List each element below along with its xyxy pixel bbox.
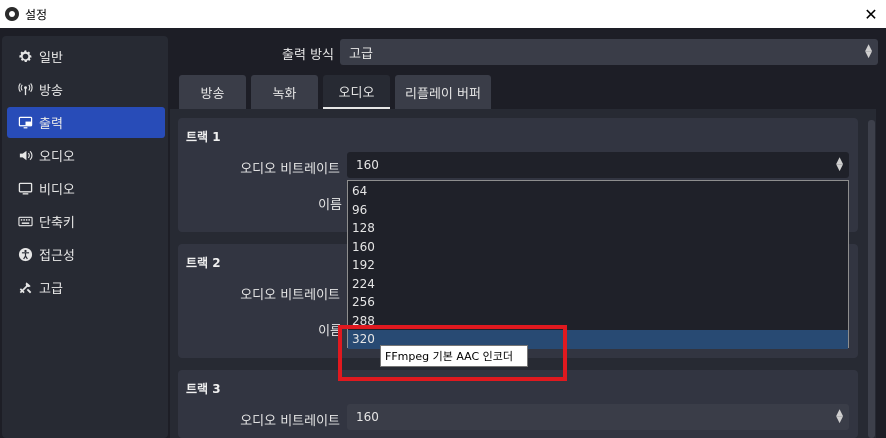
- close-button[interactable]: ✕: [856, 0, 886, 28]
- output-mode-label: 출력 방식: [282, 48, 334, 63]
- sidebar-item-label: 단축키: [39, 216, 75, 231]
- bitrate-option-192[interactable]: 192: [348, 256, 848, 275]
- bitrate-option-256[interactable]: 256: [348, 293, 848, 312]
- settings-sidebar: 일반 방송 출력 오디오 비디오 단축키 접근성 고급: [2, 36, 168, 438]
- bitrate-option-160[interactable]: 160: [348, 238, 848, 257]
- speaker-icon: [17, 148, 33, 164]
- tools-icon: [17, 280, 33, 296]
- tab-recording[interactable]: 녹화: [251, 75, 318, 109]
- obs-logo-icon: [5, 7, 19, 21]
- track-1-bitrate-select[interactable]: 160 ▲ ▼: [347, 152, 849, 178]
- sidebar-item-accessibility[interactable]: 접근성: [7, 239, 165, 270]
- sidebar-item-video[interactable]: 비디오: [7, 173, 165, 204]
- sidebar-item-label: 고급: [39, 282, 63, 297]
- bitrate-option-96[interactable]: 96: [348, 201, 848, 220]
- sidebar-item-output[interactable]: 출력: [7, 107, 165, 138]
- accessibility-icon: [17, 247, 33, 263]
- sidebar-item-label: 출력: [39, 117, 63, 132]
- sidebar-item-audio[interactable]: 오디오: [7, 140, 165, 171]
- bitrate-option-224[interactable]: 224: [348, 275, 848, 294]
- tab-replay-buffer[interactable]: 리플레이 버퍼: [395, 75, 491, 109]
- track-2-bitrate-label: 오디오 비트레이트: [240, 288, 340, 303]
- sidebar-item-label: 일반: [39, 51, 63, 66]
- track-1-bitrate-label: 오디오 비트레이트: [240, 162, 340, 177]
- track-1-bitrate-value: 160: [356, 158, 379, 172]
- updown-arrows-icon: ▲ ▼: [836, 408, 843, 425]
- track-3-bitrate-value: 160: [356, 410, 379, 424]
- updown-arrows-icon: ▲ ▼: [865, 43, 872, 60]
- monitor-icon: [17, 181, 33, 197]
- tab-audio[interactable]: 오디오: [323, 75, 390, 109]
- sidebar-item-general[interactable]: 일반: [7, 41, 165, 72]
- track-1-name-label: 이름: [318, 198, 342, 213]
- sidebar-item-stream[interactable]: 방송: [7, 74, 165, 105]
- output-mode-value: 고급: [349, 46, 373, 62]
- track-3-title: 트랙 3: [186, 382, 221, 396]
- bitrate-option-64[interactable]: 64: [348, 182, 848, 201]
- title-bar: 설정 ✕: [0, 0, 886, 28]
- sidebar-item-label: 오디오: [39, 150, 75, 165]
- output-mode-select[interactable]: 고급 ▲ ▼: [340, 39, 878, 65]
- window-title: 설정: [25, 7, 48, 22]
- sidebar-item-label: 방송: [39, 84, 63, 99]
- gear-icon: [17, 49, 33, 65]
- scrollbar-thumb[interactable]: [868, 120, 875, 438]
- track-2-name-label: 이름: [318, 324, 342, 339]
- bitrate-dropdown-list: 64 96 128 160 192 224 256 288 320: [347, 180, 849, 349]
- sidebar-item-label: 접근성: [39, 249, 75, 264]
- keyboard-icon: [17, 214, 33, 230]
- tab-stream[interactable]: 방송: [179, 75, 246, 109]
- sidebar-item-advanced[interactable]: 고급: [7, 272, 165, 303]
- red-highlight-box: [338, 325, 567, 381]
- track-1-title: 트랙 1: [186, 130, 221, 144]
- track-3-bitrate-select[interactable]: 160 ▲ ▼: [347, 404, 849, 430]
- track-3-bitrate-label: 오디오 비트레이트: [240, 414, 340, 429]
- bitrate-option-128[interactable]: 128: [348, 219, 848, 238]
- track-2-title: 트랙 2: [186, 256, 221, 270]
- updown-arrows-icon: ▲ ▼: [836, 156, 843, 173]
- antenna-icon: [17, 82, 33, 98]
- output-monitor-icon: [17, 115, 33, 131]
- sidebar-item-label: 비디오: [39, 183, 75, 198]
- sidebar-item-hotkeys[interactable]: 단축키: [7, 206, 165, 237]
